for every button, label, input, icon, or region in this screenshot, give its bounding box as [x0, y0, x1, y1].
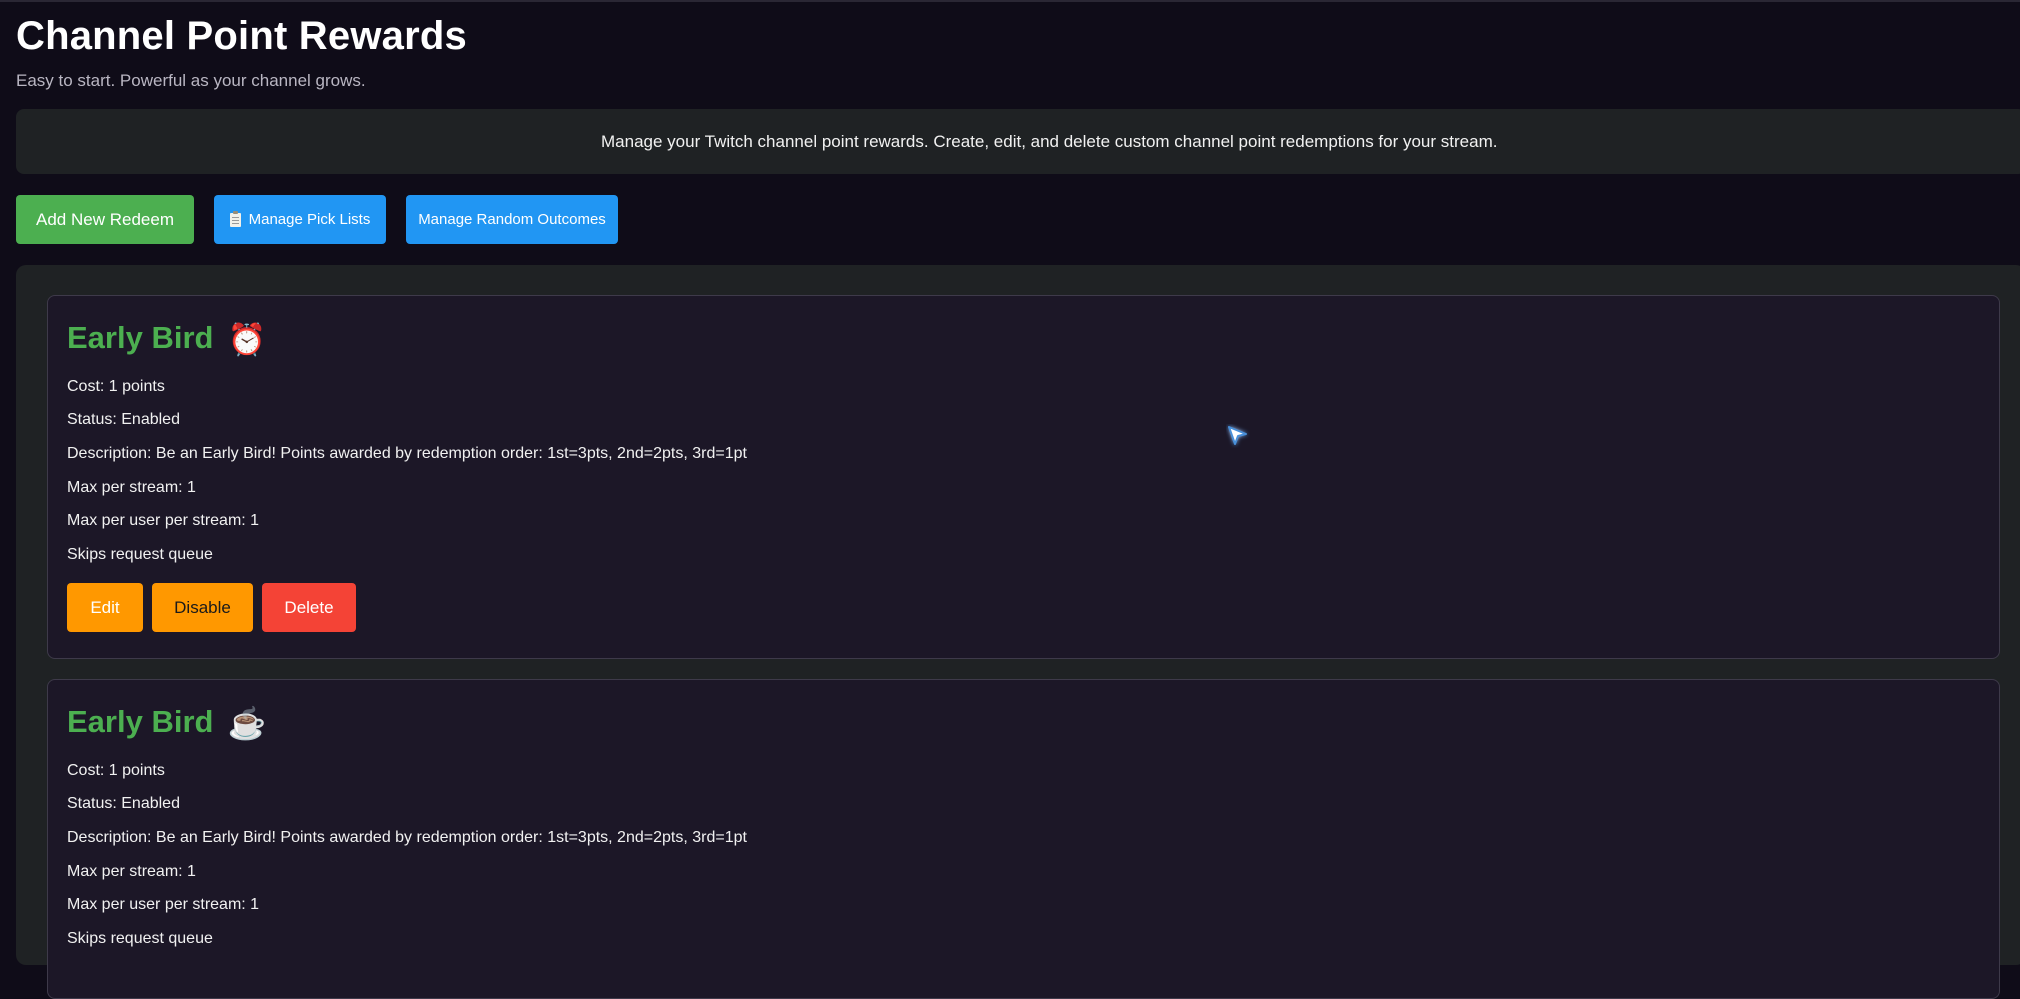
top-divider: [0, 0, 2020, 2]
reward-max-per-stream: Max per stream: 1: [67, 863, 196, 880]
info-banner: Manage your Twitch channel point rewards…: [16, 109, 2020, 174]
manage-pick-lists-button[interactable]: Manage Pick Lists: [214, 195, 386, 244]
add-new-redeem-button[interactable]: Add New Redeem: [16, 195, 194, 244]
info-text: Manage your Twitch channel point rewards…: [601, 132, 1498, 151]
reward-card: Early Bird ⏰ Cost: 1 points Status: Enabl…: [47, 295, 2000, 659]
reward-title: Early Bird ☕: [67, 704, 266, 742]
reward-description: Description: Be an Early Bird! Points aw…: [67, 445, 747, 462]
reward-max-per-stream: Max per stream: 1: [67, 479, 196, 496]
reward-cost: Cost: 1 points: [67, 378, 165, 395]
delete-button[interactable]: Delete: [262, 583, 356, 632]
reward-title-text: Early Bird: [67, 704, 214, 739]
page: Channel Point Rewards Easy to start. Pow…: [0, 0, 2020, 999]
edit-button[interactable]: Edit: [67, 583, 143, 632]
mouse-cursor-icon: [1228, 426, 1247, 445]
clipboard-icon: [229, 210, 241, 227]
reward-cost: Cost: 1 points: [67, 762, 165, 779]
coffee-cup-icon: ☕: [227, 706, 267, 741]
manage-random-outcomes-button[interactable]: Manage Random Outcomes: [406, 195, 618, 244]
reward-max-per-user: Max per user per stream: 1: [67, 896, 260, 913]
manage-pick-lists-label: Manage Pick Lists: [248, 211, 371, 228]
reward-title-text: Early Bird: [67, 320, 214, 355]
page-subtitle: Easy to start. Powerful as your channel …: [16, 71, 366, 90]
reward-title: Early Bird ⏰: [67, 320, 266, 358]
reward-status: Status: Enabled: [67, 795, 180, 812]
reward-max-per-user: Max per user per stream: 1: [67, 512, 260, 529]
reward-status: Status: Enabled: [67, 411, 180, 428]
page-title: Channel Point Rewards: [16, 14, 467, 58]
disable-button[interactable]: Disable: [152, 583, 253, 632]
reward-queue-setting: Skips request queue: [67, 546, 213, 563]
reward-queue-setting: Skips request queue: [67, 930, 213, 947]
alarm-clock-icon: ⏰: [227, 322, 267, 357]
reward-description: Description: Be an Early Bird! Points aw…: [67, 829, 747, 846]
reward-card: Early Bird ☕ Cost: 1 points Status: Enabl…: [47, 679, 2000, 999]
